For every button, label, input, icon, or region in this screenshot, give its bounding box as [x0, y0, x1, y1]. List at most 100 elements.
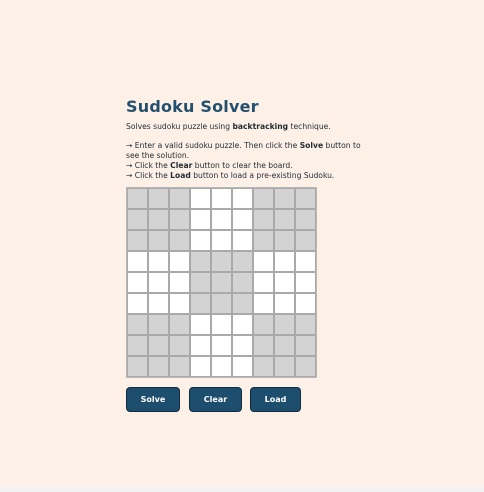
sudoku-cell[interactable]	[253, 314, 274, 335]
sudoku-cell[interactable]	[253, 272, 274, 293]
action-buttons: Solve Clear Load	[126, 387, 301, 412]
sudoku-cell[interactable]	[169, 293, 190, 314]
sudoku-cell[interactable]	[253, 230, 274, 251]
sudoku-cell[interactable]	[127, 251, 148, 272]
sudoku-cell[interactable]	[211, 188, 232, 209]
sudoku-cell[interactable]	[190, 209, 211, 230]
sudoku-cell[interactable]	[274, 356, 295, 377]
sudoku-cell[interactable]	[190, 356, 211, 377]
sudoku-cell[interactable]	[190, 272, 211, 293]
sudoku-cell[interactable]	[211, 335, 232, 356]
sudoku-cell[interactable]	[148, 272, 169, 293]
instruction-solve-continued: see the solution.	[126, 151, 190, 160]
sudoku-cell[interactable]	[295, 209, 316, 230]
sudoku-cell[interactable]	[190, 230, 211, 251]
sudoku-cell[interactable]	[274, 251, 295, 272]
sudoku-cell[interactable]	[232, 335, 253, 356]
sudoku-cell[interactable]	[211, 230, 232, 251]
sudoku-cell[interactable]	[190, 188, 211, 209]
sudoku-cell[interactable]	[274, 188, 295, 209]
sudoku-cell[interactable]	[232, 188, 253, 209]
sudoku-cell[interactable]	[169, 314, 190, 335]
sudoku-cell[interactable]	[211, 251, 232, 272]
instruction-solve-keyword: Solve	[299, 141, 324, 150]
sudoku-cell[interactable]	[148, 188, 169, 209]
sudoku-cell[interactable]	[148, 251, 169, 272]
sudoku-cell[interactable]	[253, 251, 274, 272]
instruction-clear-keyword: Clear	[170, 161, 193, 170]
instruction-solve: → Enter a valid sudoku puzzle. Then clic…	[126, 141, 386, 151]
sudoku-cell[interactable]	[295, 272, 316, 293]
sudoku-cell[interactable]	[127, 230, 148, 251]
sudoku-cell[interactable]	[127, 335, 148, 356]
sudoku-cell[interactable]	[232, 272, 253, 293]
sudoku-cell[interactable]	[211, 356, 232, 377]
sudoku-cell[interactable]	[148, 314, 169, 335]
sudoku-cell[interactable]	[274, 230, 295, 251]
sudoku-cell[interactable]	[190, 335, 211, 356]
instruction-clear-start: → Click the	[126, 161, 171, 170]
sudoku-cell[interactable]	[274, 335, 295, 356]
sudoku-cell[interactable]	[211, 272, 232, 293]
sudoku-cell[interactable]	[295, 188, 316, 209]
sudoku-cell[interactable]	[274, 293, 295, 314]
sudoku-cell[interactable]	[232, 293, 253, 314]
load-button[interactable]: Load	[250, 387, 301, 412]
instruction-clear-end: button to clear the board.	[192, 161, 293, 170]
sudoku-cell[interactable]	[295, 293, 316, 314]
sudoku-cell[interactable]	[127, 314, 148, 335]
sudoku-cell[interactable]	[274, 272, 295, 293]
sudoku-cell[interactable]	[127, 356, 148, 377]
sudoku-cell[interactable]	[148, 293, 169, 314]
instruction-load: → Click the Load button to load a pre-ex…	[126, 171, 386, 181]
sudoku-cell[interactable]	[169, 230, 190, 251]
instruction-load-start: → Click the	[126, 171, 171, 180]
sudoku-cell[interactable]	[148, 335, 169, 356]
sudoku-cell[interactable]	[127, 209, 148, 230]
sudoku-cell[interactable]	[232, 314, 253, 335]
clear-button[interactable]: Clear	[189, 387, 242, 412]
sudoku-cell[interactable]	[211, 314, 232, 335]
solve-button[interactable]: Solve	[126, 387, 180, 412]
sudoku-cell[interactable]	[295, 356, 316, 377]
sudoku-cell[interactable]	[127, 293, 148, 314]
sudoku-cell[interactable]	[232, 230, 253, 251]
sudoku-cell[interactable]	[295, 230, 316, 251]
subtitle-highlight: backtracking	[232, 122, 289, 131]
sudoku-cell[interactable]	[232, 209, 253, 230]
subtitle-text-start: Solves sudoku puzzle using	[126, 122, 233, 131]
sudoku-cell[interactable]	[190, 314, 211, 335]
sudoku-cell[interactable]	[295, 251, 316, 272]
sudoku-cell[interactable]	[169, 356, 190, 377]
subtitle-text-end: technique.	[288, 122, 331, 131]
sudoku-cell[interactable]	[169, 272, 190, 293]
page-title: Sudoku Solver	[126, 97, 259, 116]
sudoku-cell[interactable]	[127, 188, 148, 209]
sudoku-cell[interactable]	[148, 209, 169, 230]
sudoku-cell[interactable]	[253, 293, 274, 314]
sudoku-cell[interactable]	[169, 188, 190, 209]
header-section: Sudoku Solver Solves sudoku puzzle using…	[126, 96, 386, 181]
sudoku-cell[interactable]	[232, 251, 253, 272]
sudoku-cell[interactable]	[253, 188, 274, 209]
sudoku-cell[interactable]	[253, 335, 274, 356]
sudoku-cell[interactable]	[295, 314, 316, 335]
sudoku-cell[interactable]	[169, 251, 190, 272]
sudoku-cell[interactable]	[274, 209, 295, 230]
sudoku-cell[interactable]	[169, 335, 190, 356]
sudoku-cell[interactable]	[127, 272, 148, 293]
sudoku-cell[interactable]	[295, 335, 316, 356]
sudoku-cell[interactable]	[190, 251, 211, 272]
sudoku-cell[interactable]	[211, 293, 232, 314]
sudoku-cell[interactable]	[190, 293, 211, 314]
sudoku-cell[interactable]	[148, 356, 169, 377]
sudoku-cell[interactable]	[253, 209, 274, 230]
sudoku-cell[interactable]	[253, 356, 274, 377]
sudoku-cell[interactable]	[232, 356, 253, 377]
instruction-load-end: button to load a pre-existing Sudoku.	[190, 171, 335, 180]
sudoku-cell[interactable]	[169, 209, 190, 230]
sudoku-board	[126, 187, 317, 378]
sudoku-cell[interactable]	[148, 230, 169, 251]
sudoku-cell[interactable]	[274, 314, 295, 335]
sudoku-cell[interactable]	[211, 209, 232, 230]
